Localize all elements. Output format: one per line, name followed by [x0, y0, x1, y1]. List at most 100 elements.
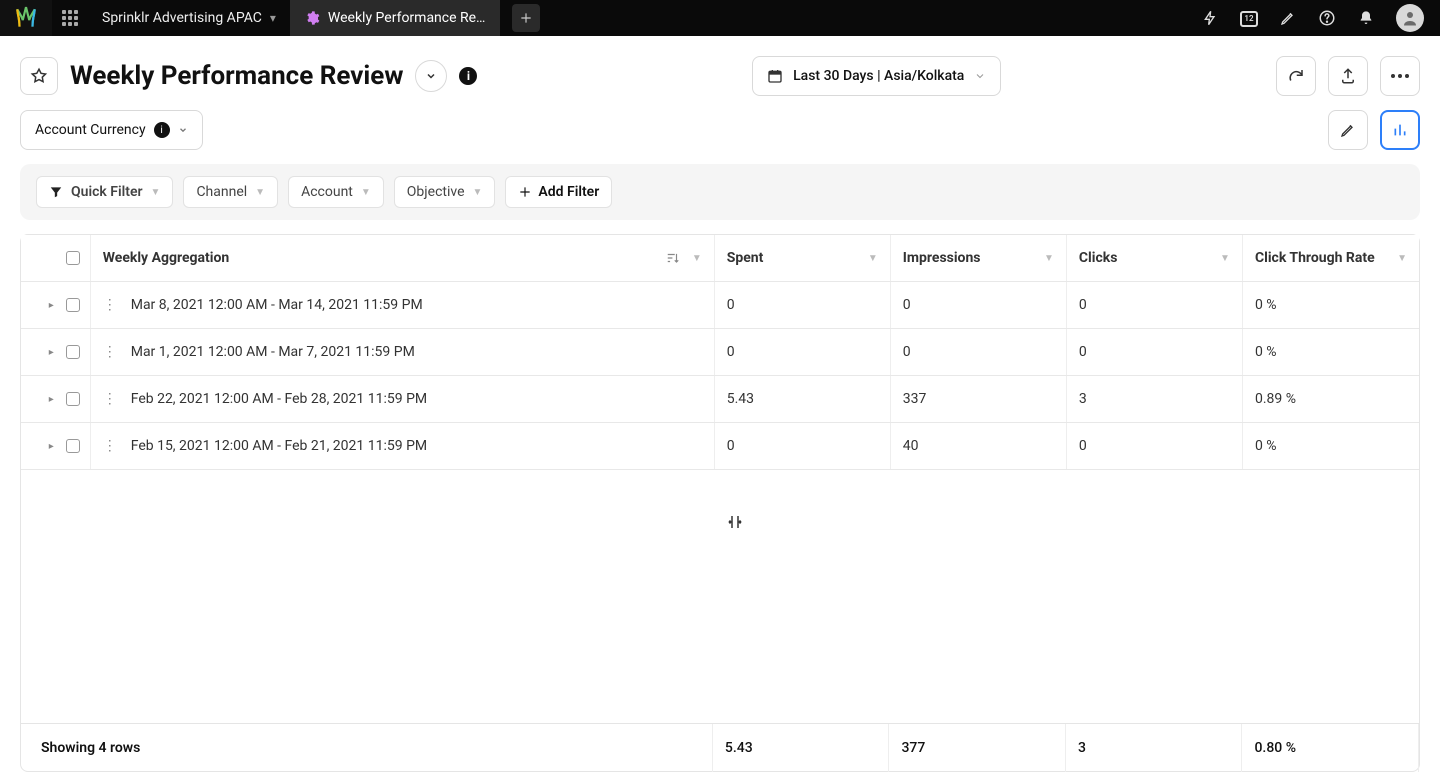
total-ctr: 0.80 % — [1254, 740, 1296, 756]
total-clicks: 3 — [1078, 740, 1086, 756]
quick-filter-label: Quick Filter — [71, 184, 143, 200]
more-menu-button[interactable] — [1380, 56, 1420, 96]
row-menu-icon[interactable]: ⋮ — [103, 349, 117, 355]
lightning-icon[interactable] — [1202, 9, 1218, 27]
column-menu-icon[interactable]: ▼ — [1044, 253, 1054, 264]
impressions-value: 0 — [903, 297, 911, 313]
spent-value: 0 — [727, 297, 735, 313]
impressions-value: 337 — [903, 391, 927, 407]
chevron-down-icon — [178, 125, 188, 135]
help-icon[interactable] — [1318, 9, 1336, 27]
row-menu-icon[interactable]: ⋮ — [103, 443, 117, 449]
column-header-aggregation[interactable]: Weekly Aggregation ▼ — [91, 235, 715, 281]
workspace-tab[interactable]: Sprinklr Advertising APAC ▾ — [88, 0, 290, 36]
chevron-down-icon — [974, 70, 986, 82]
ctr-value: 0.89 % — [1255, 391, 1296, 407]
app-switcher-icon[interactable] — [52, 10, 88, 26]
refresh-button[interactable] — [1276, 56, 1316, 96]
add-tab-button[interactable] — [512, 4, 540, 32]
calendar-icon[interactable]: 12 — [1240, 9, 1258, 27]
add-filter-label: Add Filter — [538, 184, 599, 200]
column-header-spent[interactable]: Spent ▼ — [715, 235, 891, 281]
clicks-value: 0 — [1079, 344, 1087, 360]
dashboard-tab-label: Weekly Performance Revie — [328, 10, 486, 26]
edit-button[interactable] — [1328, 110, 1368, 150]
aggregation-label: Feb 15, 2021 12:00 AM - Feb 21, 2021 11:… — [131, 438, 427, 454]
dropdown-icon: ▼ — [473, 187, 483, 198]
checkbox[interactable] — [66, 392, 80, 406]
expand-icon[interactable]: ▸ — [49, 394, 54, 405]
currency-label: Account Currency — [35, 122, 146, 138]
column-menu-icon[interactable]: ▼ — [868, 253, 878, 264]
checkbox[interactable] — [66, 251, 80, 265]
date-range-picker[interactable]: Last 30 Days | Asia/Kolkata — [752, 56, 1001, 96]
quick-filter-chip[interactable]: Quick Filter ▼ — [36, 176, 173, 208]
aggregation-label: Mar 1, 2021 12:00 AM - Mar 7, 2021 11:59… — [131, 344, 415, 360]
bell-icon[interactable] — [1358, 9, 1374, 27]
expand-icon[interactable]: ▸ — [49, 347, 54, 358]
currency-selector[interactable]: Account Currency i — [20, 110, 203, 150]
column-resize-handle[interactable] — [723, 510, 747, 534]
user-avatar[interactable] — [1396, 4, 1424, 32]
row-menu-icon[interactable]: ⋮ — [103, 396, 117, 402]
expand-icon[interactable]: ▸ — [49, 300, 54, 311]
objective-filter-label: Objective — [407, 184, 465, 200]
dropdown-icon: ▼ — [151, 187, 161, 198]
top-nav: Sprinklr Advertising APAC ▾ Weekly Perfo… — [0, 0, 1440, 36]
chart-view-toggle[interactable] — [1380, 110, 1420, 150]
total-spent: 5.43 — [725, 740, 753, 756]
favorite-star-button[interactable] — [20, 57, 58, 95]
table-row[interactable]: ▸ ⋮ Feb 22, 2021 12:00 AM - Feb 28, 2021… — [21, 376, 1419, 423]
account-filter-chip[interactable]: Account ▼ — [288, 176, 384, 208]
checkbox[interactable] — [66, 298, 80, 312]
table-body: ▸ ⋮ Mar 8, 2021 12:00 AM - Mar 14, 2021 … — [21, 282, 1419, 723]
sort-icon[interactable] — [666, 251, 680, 265]
info-icon[interactable]: i — [459, 67, 477, 85]
channel-filter-label: Channel — [196, 184, 247, 200]
clicks-value: 0 — [1079, 438, 1087, 454]
workspace-tab-label: Sprinklr Advertising APAC — [102, 10, 262, 26]
select-all-cell[interactable] — [21, 235, 91, 281]
ctr-value: 0 % — [1255, 438, 1277, 454]
table-footer-row: Showing 4 rows 5.43 377 3 0.80 % — [21, 723, 1419, 771]
ctr-value: 0 % — [1255, 344, 1277, 360]
info-icon: i — [154, 122, 170, 138]
page-title: Weekly Performance Review — [70, 61, 403, 91]
column-menu-icon[interactable]: ▼ — [1220, 253, 1230, 264]
impressions-value: 40 — [903, 438, 919, 454]
ctr-value: 0 % — [1255, 297, 1277, 313]
channel-filter-chip[interactable]: Channel ▼ — [183, 176, 278, 208]
table-row[interactable]: ▸ ⋮ Mar 8, 2021 12:00 AM - Mar 14, 2021 … — [21, 282, 1419, 329]
checkbox[interactable] — [66, 439, 80, 453]
filter-icon — [49, 185, 63, 199]
total-impressions: 377 — [901, 740, 925, 756]
row-count-label: Showing 4 rows — [41, 740, 140, 756]
objective-filter-chip[interactable]: Objective ▼ — [394, 176, 496, 208]
calendar-icon — [767, 68, 783, 84]
aggregation-label: Feb 22, 2021 12:00 AM - Feb 28, 2021 11:… — [131, 391, 427, 407]
column-header-ctr[interactable]: Click Through Rate ▼ — [1243, 235, 1419, 281]
spent-value: 5.43 — [727, 391, 754, 407]
table-row[interactable]: ▸ ⋮ Feb 15, 2021 12:00 AM - Feb 21, 2021… — [21, 423, 1419, 470]
row-menu-icon[interactable]: ⋮ — [103, 302, 117, 308]
brand-logo[interactable] — [0, 0, 52, 36]
date-range-label: Last 30 Days | Asia/Kolkata — [793, 68, 964, 84]
data-table: Weekly Aggregation ▼ Spent ▼ Impressions… — [20, 234, 1420, 772]
title-dropdown-button[interactable] — [415, 60, 447, 92]
account-filter-label: Account — [301, 184, 353, 200]
checkbox[interactable] — [66, 345, 80, 359]
pencil-icon[interactable] — [1280, 10, 1296, 26]
dashboard-tab-active[interactable]: Weekly Performance Revie — [290, 0, 500, 36]
export-button[interactable] — [1328, 56, 1368, 96]
filter-bar: Quick Filter ▼ Channel ▼ Account ▼ Objec… — [20, 164, 1420, 220]
column-menu-icon[interactable]: ▼ — [692, 253, 702, 264]
add-filter-button[interactable]: Add Filter — [505, 176, 612, 208]
spent-value: 0 — [727, 438, 735, 454]
column-header-impressions[interactable]: Impressions ▼ — [891, 235, 1067, 281]
column-header-clicks[interactable]: Clicks ▼ — [1067, 235, 1243, 281]
dropdown-icon: ▼ — [255, 187, 265, 198]
expand-icon[interactable]: ▸ — [49, 441, 54, 452]
table-row[interactable]: ▸ ⋮ Mar 1, 2021 12:00 AM - Mar 7, 2021 1… — [21, 329, 1419, 376]
column-menu-icon[interactable]: ▼ — [1397, 253, 1407, 264]
impressions-value: 0 — [903, 344, 911, 360]
